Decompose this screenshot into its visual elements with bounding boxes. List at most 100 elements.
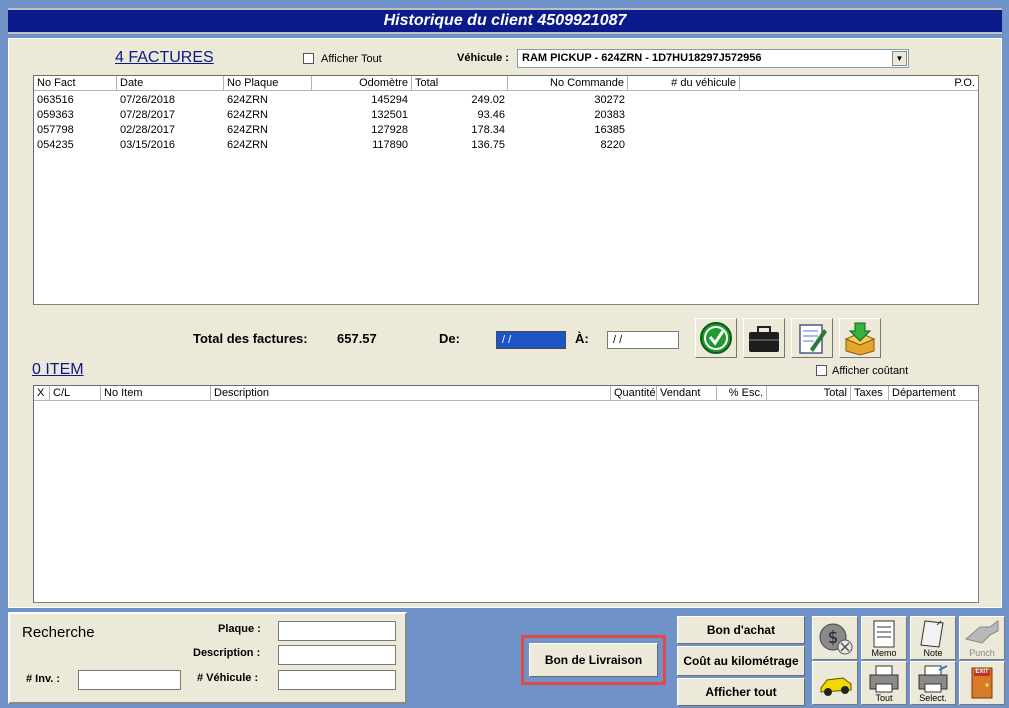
chevron-down-icon[interactable]: ▼ — [892, 51, 907, 66]
items-count-link[interactable]: 0 ITEM — [32, 361, 84, 379]
plaque-label: Plaque : — [218, 623, 261, 635]
print-all-button[interactable]: Tout — [861, 661, 907, 705]
cell-plaque: 624ZRN — [227, 124, 268, 136]
punch-button[interactable]: Punch — [959, 616, 1005, 660]
cell-odometre: 117890 — [372, 139, 408, 151]
invoices-count-link[interactable]: 4 FACTURES — [115, 49, 214, 67]
window-title: Historique du client 4509921087 — [8, 8, 1002, 34]
bon-livraison-button[interactable]: Bon de Livraison — [529, 643, 658, 677]
col-date[interactable]: Date — [117, 76, 224, 91]
vehicle-select-value: RAM PICKUP - 624ZRN - 1D7HU18297J572956 — [522, 52, 762, 64]
cell-no-fact: 063516 — [37, 94, 74, 106]
col-x[interactable]: X — [34, 386, 50, 401]
briefcase-icon — [749, 326, 779, 352]
show-all-checkbox-box[interactable] — [303, 53, 314, 64]
edit-document-button[interactable] — [791, 318, 833, 358]
col-taxes[interactable]: Taxes — [851, 386, 889, 401]
col-no-plaque[interactable]: No Plaque — [224, 76, 312, 91]
cell-total: 93.46 — [477, 109, 505, 121]
inv-input[interactable] — [78, 670, 181, 690]
date-from-label: De: — [439, 331, 460, 346]
search-title: Recherche — [22, 624, 95, 641]
vehicule-input[interactable] — [278, 670, 396, 690]
cout-kilometrage-button[interactable]: Coût au kilométrage — [677, 646, 805, 676]
exit-caption: EXIT — [975, 669, 989, 675]
cell-plaque: 624ZRN — [227, 139, 268, 151]
cell-date: 02/28/2017 — [120, 124, 176, 136]
cell-plaque: 624ZRN — [227, 109, 268, 121]
items-table: X C/L No Item Description Quantité Venda… — [33, 385, 979, 603]
col-no-item[interactable]: No Item — [101, 386, 211, 401]
date-to-label: À: — [575, 331, 589, 346]
bon-achat-button[interactable]: Bon d'achat — [677, 616, 805, 644]
cell-total: 178.34 — [471, 124, 505, 136]
afficher-tout-button[interactable]: Afficher tout — [677, 678, 805, 706]
col-po[interactable]: P.O. — [740, 76, 978, 91]
col-no-commande[interactable]: No Commande — [508, 76, 628, 91]
car-icon — [820, 677, 852, 696]
cell-no-fact: 054235 — [37, 139, 74, 151]
box-download-icon — [844, 322, 876, 356]
select-caption: Select. — [919, 693, 947, 703]
col-total[interactable]: Total — [412, 76, 508, 91]
vehicle-label: Véhicule : — [457, 52, 509, 64]
vehicle-select[interactable]: RAM PICKUP - 624ZRN - 1D7HU18297J572956 … — [517, 49, 909, 68]
note-icon — [920, 620, 944, 648]
col-no-vehicule[interactable]: # du véhicule — [628, 76, 740, 91]
show-cost-label: Afficher coûtant — [832, 365, 909, 377]
col-description[interactable]: Description — [211, 386, 611, 401]
cell-commande: 20383 — [594, 109, 625, 121]
col-esc[interactable]: % Esc. — [717, 386, 767, 401]
punch-caption: Punch — [969, 648, 995, 658]
col-vendant[interactable]: Vendant — [657, 386, 717, 401]
vehicule-label: # Véhicule : — [197, 672, 259, 684]
col-quantite[interactable]: Quantité — [611, 386, 657, 401]
confirm-button[interactable] — [695, 318, 737, 358]
cell-total: 136.75 — [471, 139, 505, 151]
cell-plaque: 624ZRN — [227, 94, 268, 106]
briefcase-button[interactable] — [743, 318, 785, 358]
show-cost-checkbox[interactable] — [816, 365, 827, 379]
total-value: 657.57 — [337, 331, 377, 346]
svg-text:$: $ — [828, 628, 839, 648]
printer-select-icon — [918, 665, 948, 693]
date-to-input[interactable]: / / — [607, 331, 679, 349]
description-input[interactable] — [278, 645, 396, 665]
money-cancel-button[interactable]: $ — [812, 616, 858, 660]
col-odometre[interactable]: Odomètre — [312, 76, 412, 91]
edit-document-icon — [799, 324, 827, 354]
memo-icon — [873, 620, 895, 648]
total-label: Total des factures: — [193, 331, 308, 346]
cell-odometre: 127928 — [371, 124, 408, 136]
vehicle-button[interactable] — [812, 661, 858, 705]
main-panel: 4 FACTURES Afficher Tout Véhicule : RAM … — [8, 38, 1002, 608]
date-from-input[interactable]: / / — [496, 331, 566, 349]
print-select-button[interactable]: Select. — [910, 661, 956, 705]
note-caption: Note — [923, 648, 943, 658]
col-no-fact[interactable]: No Fact — [34, 76, 117, 91]
show-all-label: Afficher Tout — [321, 53, 382, 65]
col-cl[interactable]: C/L — [50, 386, 101, 401]
cell-no-fact: 059363 — [37, 109, 74, 121]
plaque-input[interactable] — [278, 621, 396, 641]
cell-commande: 30272 — [594, 94, 625, 106]
col-departement[interactable]: Département — [889, 386, 978, 401]
cell-date: 07/26/2018 — [120, 94, 176, 106]
money-cancel-icon: $ — [819, 623, 853, 655]
exit-button[interactable]: EXIT — [959, 661, 1005, 705]
cell-odometre: 145294 — [371, 94, 408, 106]
note-button[interactable]: Note — [910, 616, 956, 660]
memo-button[interactable]: Memo — [861, 616, 907, 660]
inv-label: # Inv. : — [26, 673, 61, 685]
punch-icon — [964, 620, 999, 644]
tout-caption: Tout — [875, 693, 893, 703]
printer-icon — [869, 665, 899, 693]
col-total[interactable]: Total — [767, 386, 851, 401]
show-cost-checkbox-box[interactable] — [816, 365, 827, 376]
description-label: Description : — [193, 647, 261, 659]
cell-date: 07/28/2017 — [120, 109, 176, 121]
export-button[interactable] — [839, 318, 881, 358]
show-all-checkbox[interactable] — [303, 53, 314, 67]
cell-commande: 16385 — [594, 124, 625, 136]
cell-total: 249.02 — [471, 94, 505, 106]
